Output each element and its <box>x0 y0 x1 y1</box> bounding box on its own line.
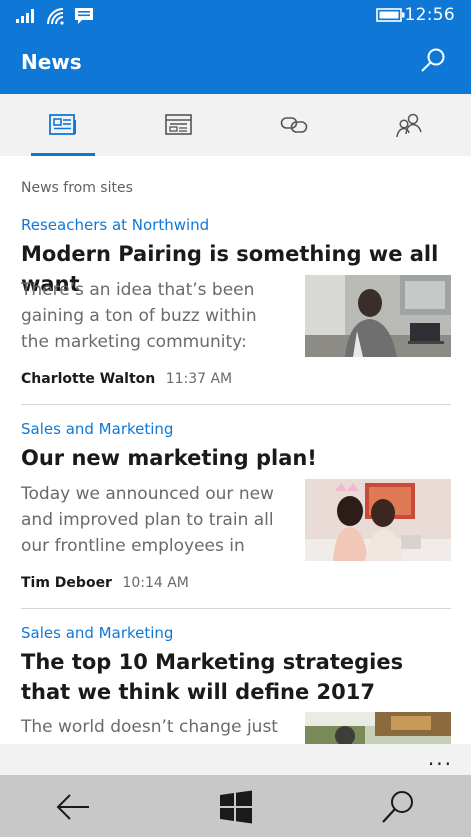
article-snippet: Today we announced our new and improved … <box>21 484 274 556</box>
article-headline[interactable]: Our new marketing plan! <box>21 443 451 473</box>
tab-bar <box>0 94 471 156</box>
clock: 12:56 <box>404 5 455 25</box>
thumbnail-image <box>305 712 451 744</box>
article-author: Tim Deboer <box>21 575 112 591</box>
article-source[interactable]: Sales and Marketing <box>21 624 173 642</box>
article-byline: Tim Deboer 10:14 AM <box>21 575 189 591</box>
article-thumbnail[interactable] <box>305 479 451 561</box>
section-title: News from sites <box>21 180 133 196</box>
wifi-icon <box>47 8 64 25</box>
more-button[interactable]: ... <box>428 746 453 770</box>
newspaper-icon <box>48 114 76 135</box>
back-arrow-icon[interactable] <box>53 787 93 827</box>
status-bar: 12:56 <box>0 0 471 32</box>
battery-icon <box>376 8 405 22</box>
article-time: 10:14 AM <box>122 575 189 591</box>
signal-icon <box>16 9 34 23</box>
app-bar: ... <box>0 744 471 775</box>
system-nav-bar <box>0 775 471 837</box>
article-snippet: There’s an idea that’s been gaining a to… <box>21 280 257 352</box>
article-snippet: The world doesn’t change just <box>21 717 278 737</box>
tab-people[interactable] <box>350 94 467 156</box>
article-time: 11:37 AM <box>165 371 233 387</box>
app-title: News <box>21 50 82 74</box>
windows-logo-icon[interactable] <box>216 787 256 827</box>
message-icon <box>75 8 93 24</box>
divider <box>21 608 451 609</box>
site-page-icon <box>164 114 192 135</box>
article-thumbnail[interactable] <box>305 275 451 357</box>
article-source[interactable]: Reseachers at Northwind <box>21 216 209 234</box>
app-header: News <box>0 32 471 94</box>
article-byline: Charlotte Walton 11:37 AM <box>21 371 232 387</box>
thumbnail-image <box>305 275 451 357</box>
search-icon[interactable] <box>419 47 447 75</box>
tab-sites[interactable] <box>120 94 237 156</box>
article-source[interactable]: Sales and Marketing <box>21 420 173 438</box>
article-thumbnail[interactable] <box>305 712 451 744</box>
tab-news[interactable] <box>4 94 121 156</box>
article-headline[interactable]: The top 10 Marketing strategies that we … <box>21 647 441 707</box>
thumbnail-image <box>305 479 451 561</box>
article-author: Charlotte Walton <box>21 371 156 387</box>
news-feed[interactable]: News from sites Reseachers at Northwind … <box>0 156 471 744</box>
search-icon[interactable] <box>378 787 418 827</box>
divider <box>21 404 451 405</box>
tab-links[interactable] <box>235 94 352 156</box>
link-icon <box>280 117 307 133</box>
people-icon <box>395 113 422 138</box>
